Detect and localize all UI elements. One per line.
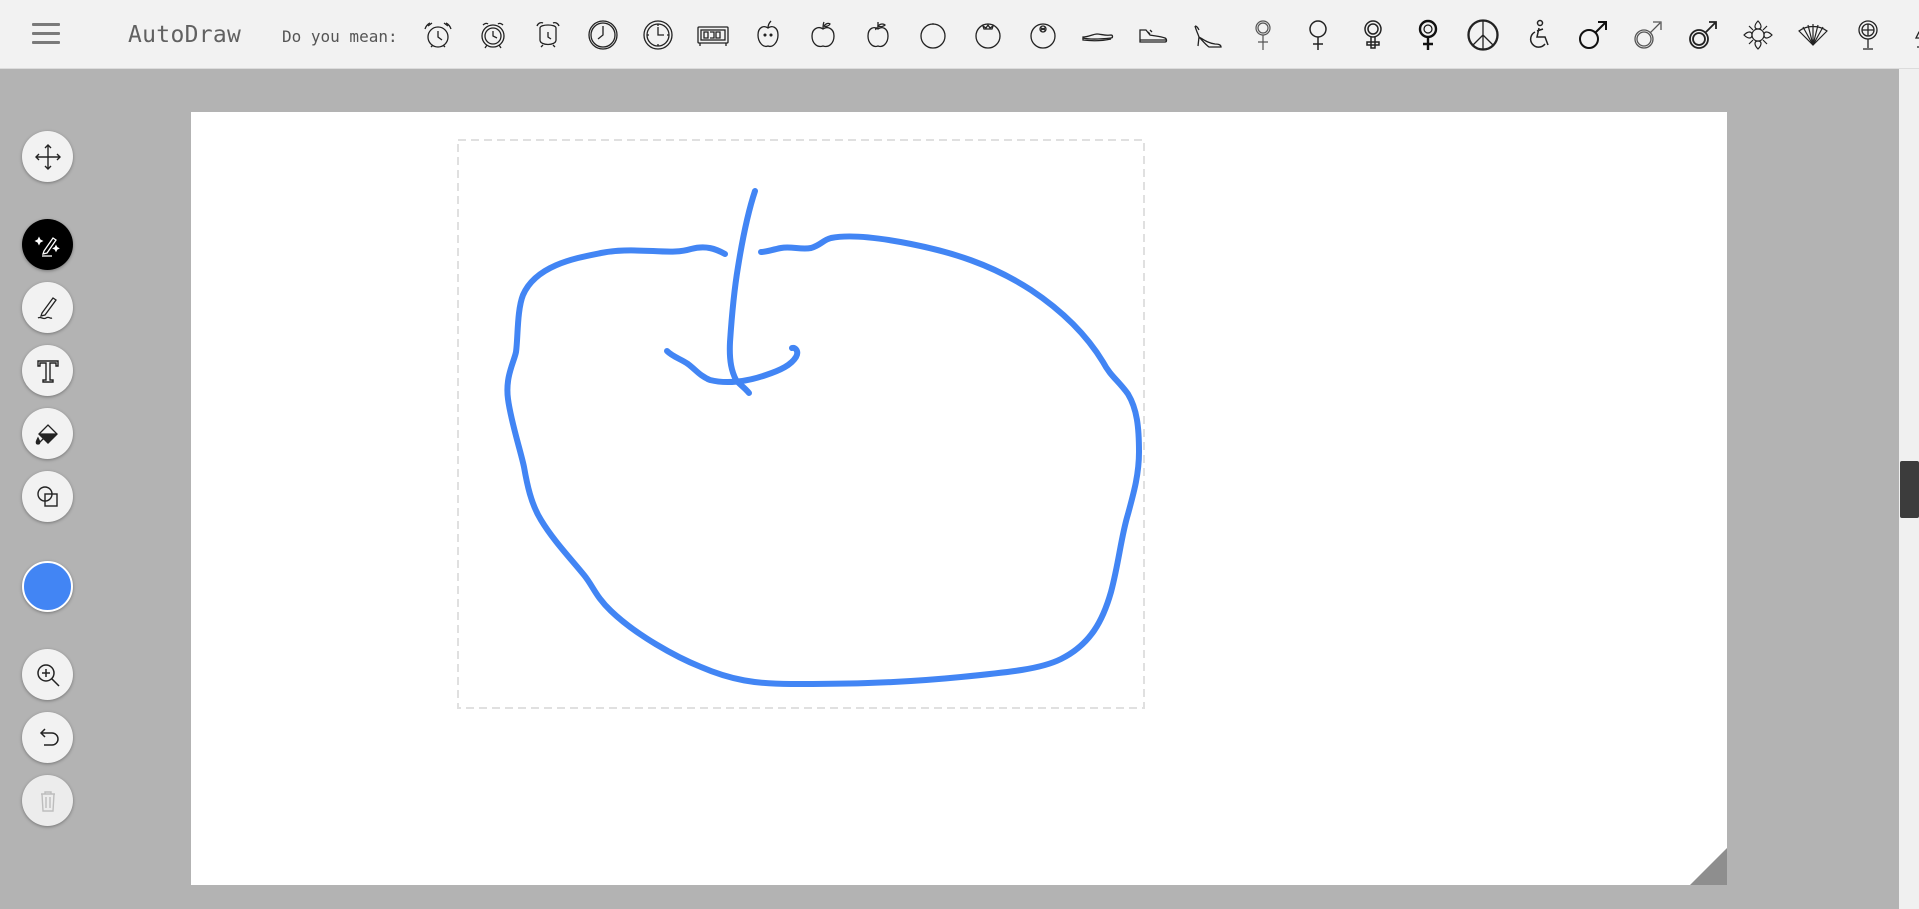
suggestion-sneaker-icon[interactable] bbox=[1125, 14, 1180, 56]
zoom-in-icon bbox=[36, 663, 60, 687]
suggestion-apple-leaf-icon[interactable] bbox=[850, 14, 905, 56]
app-title: AutoDraw bbox=[128, 22, 242, 48]
shape-tool-button[interactable] bbox=[22, 471, 73, 522]
suggestion-female-symbol-icon[interactable] bbox=[1290, 14, 1345, 56]
top-toolbar: AutoDraw Do you mean: bbox=[0, 0, 1919, 69]
suggestion-hand-fan-icon[interactable] bbox=[1785, 14, 1840, 56]
suggestion-clock-face-icon[interactable] bbox=[630, 14, 685, 56]
suggestion-male-symbol-icon[interactable] bbox=[1565, 14, 1620, 56]
paint-bucket-icon bbox=[35, 423, 58, 445]
trash-icon bbox=[40, 790, 55, 812]
shapes-icon bbox=[36, 485, 58, 507]
suggestion-ornament-icon[interactable] bbox=[1730, 14, 1785, 56]
selection-box bbox=[457, 139, 1145, 709]
scrollbar-thumb[interactable] bbox=[1900, 461, 1919, 518]
suggestion-alarm-clock-ringing-icon[interactable] bbox=[410, 14, 465, 56]
drawing-canvas[interactable] bbox=[191, 112, 1727, 885]
hamburger-menu-icon[interactable] bbox=[32, 21, 60, 47]
delete-tool-button[interactable] bbox=[22, 775, 73, 826]
suggestion-tomato-icon[interactable] bbox=[960, 14, 1015, 56]
suggestion-female-symbol-ornate-icon[interactable] bbox=[1235, 14, 1290, 56]
magic-pen-icon bbox=[34, 236, 60, 257]
autodraw-tool-button[interactable] bbox=[22, 219, 73, 270]
suggestion-digital-clock-icon[interactable] bbox=[685, 14, 740, 56]
drawn-stroke bbox=[504, 233, 1142, 687]
suggestion-female-symbol-double-icon[interactable] bbox=[1345, 14, 1400, 56]
draw-tool-button[interactable] bbox=[22, 282, 73, 333]
suggestion-flat-shoe-icon[interactable] bbox=[1070, 14, 1125, 56]
move-arrows-icon bbox=[34, 143, 61, 170]
suggestion-accessibility-icon[interactable] bbox=[1510, 14, 1565, 56]
text-icon bbox=[36, 359, 59, 383]
zoom-tool-button[interactable] bbox=[22, 649, 73, 700]
suggestion-apple-icon[interactable] bbox=[795, 14, 850, 56]
fill-tool-button[interactable] bbox=[22, 408, 73, 459]
color-picker-button[interactable] bbox=[22, 561, 73, 612]
suggestion-label: Do you mean: bbox=[282, 27, 398, 46]
undo-tool-button[interactable] bbox=[22, 712, 73, 763]
move-tool-button[interactable] bbox=[22, 131, 73, 182]
suggestion-wall-clock-icon[interactable] bbox=[575, 14, 630, 56]
suggestion-apple-with-face-icon[interactable] bbox=[740, 14, 795, 56]
suggestion-female-symbol-bold-icon[interactable] bbox=[1400, 14, 1455, 56]
suggestion-high-heel-icon[interactable] bbox=[1180, 14, 1235, 56]
suggestion-lamp-icon[interactable] bbox=[1895, 14, 1919, 56]
canvas-resize-handle[interactable] bbox=[1690, 848, 1727, 885]
suggestion-list bbox=[410, 14, 1919, 56]
suggestion-alarm-clock-bells-icon[interactable] bbox=[520, 14, 575, 56]
suggestion-male-symbol-double-icon[interactable] bbox=[1675, 14, 1730, 56]
suggestion-alarm-clock-icon[interactable] bbox=[465, 14, 520, 56]
suggestion-melon-icon[interactable] bbox=[1015, 14, 1070, 56]
undo-icon bbox=[39, 727, 59, 746]
drawing-layer bbox=[457, 139, 1145, 709]
text-tool-button[interactable] bbox=[22, 345, 73, 396]
suggestion-peace-sign-icon[interactable] bbox=[1455, 14, 1510, 56]
pencil-icon bbox=[37, 296, 57, 319]
suggestion-globe-stand-icon[interactable] bbox=[1840, 14, 1895, 56]
drawn-stroke bbox=[726, 188, 758, 396]
suggestion-orange-icon[interactable] bbox=[905, 14, 960, 56]
suggestion-male-symbol-outline-icon[interactable] bbox=[1620, 14, 1675, 56]
